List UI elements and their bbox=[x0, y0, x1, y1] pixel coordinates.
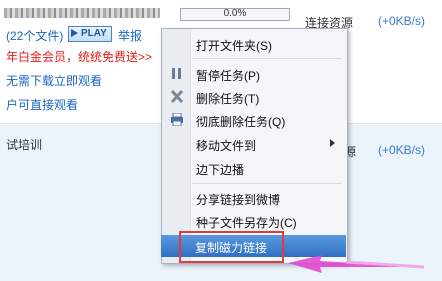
submenu-arrow-icon bbox=[330, 139, 335, 147]
task2-name: 试培训 bbox=[6, 138, 43, 152]
context-menu: 打开文件夹(S) 暂停任务(P) 删除任务(T) 彻底删除任务(Q) 移动文件到… bbox=[161, 28, 348, 264]
menu-item-move-files[interactable]: 移动文件到 bbox=[196, 137, 256, 154]
delete-x-icon bbox=[170, 89, 184, 104]
report-link[interactable]: 举报 bbox=[118, 27, 142, 44]
file-count-link[interactable]: (22个文件) bbox=[6, 27, 63, 44]
play-icon bbox=[71, 29, 78, 37]
task-name-blurred bbox=[4, 8, 160, 18]
menu-separator bbox=[192, 183, 342, 184]
task2-download-speed: (+0KB/s) bbox=[378, 143, 426, 157]
promo-link[interactable]: 年白金会员，统统免费送>> bbox=[6, 48, 152, 65]
play-button[interactable]: PLAY bbox=[68, 26, 112, 42]
menu-item-delete-task[interactable]: 删除任务(T) bbox=[196, 90, 259, 107]
menu-item-open-folder[interactable]: 打开文件夹(S) bbox=[196, 37, 272, 54]
menu-item-save-torrent[interactable]: 种子文件另存为(C) bbox=[196, 214, 297, 231]
member-watch-link[interactable]: 户可直接观看 bbox=[6, 96, 78, 113]
pause-icon bbox=[170, 67, 184, 80]
menu-separator bbox=[192, 58, 342, 59]
menu-item-share-weibo[interactable]: 分享链接到微博 bbox=[196, 191, 280, 208]
menu-item-permanent-delete[interactable]: 彻底删除任务(Q) bbox=[196, 113, 285, 130]
menu-item-pause-task[interactable]: 暂停任务(P) bbox=[196, 67, 260, 84]
printer-icon bbox=[170, 112, 184, 127]
menu-icon-column bbox=[162, 29, 191, 263]
play-label: PLAY bbox=[81, 28, 107, 39]
progress-text: 0.0% bbox=[223, 8, 247, 19]
watch-online-link[interactable]: 无需下载立即观看 bbox=[6, 72, 102, 89]
progress-bar: 0.0% bbox=[180, 8, 290, 21]
annotation-highlight-box bbox=[179, 231, 284, 263]
download-speed: (+0KB/s) bbox=[378, 14, 426, 28]
menu-item-play-while-download[interactable]: 边下边播 bbox=[196, 161, 244, 178]
annotation-arrow-icon bbox=[288, 255, 425, 273]
